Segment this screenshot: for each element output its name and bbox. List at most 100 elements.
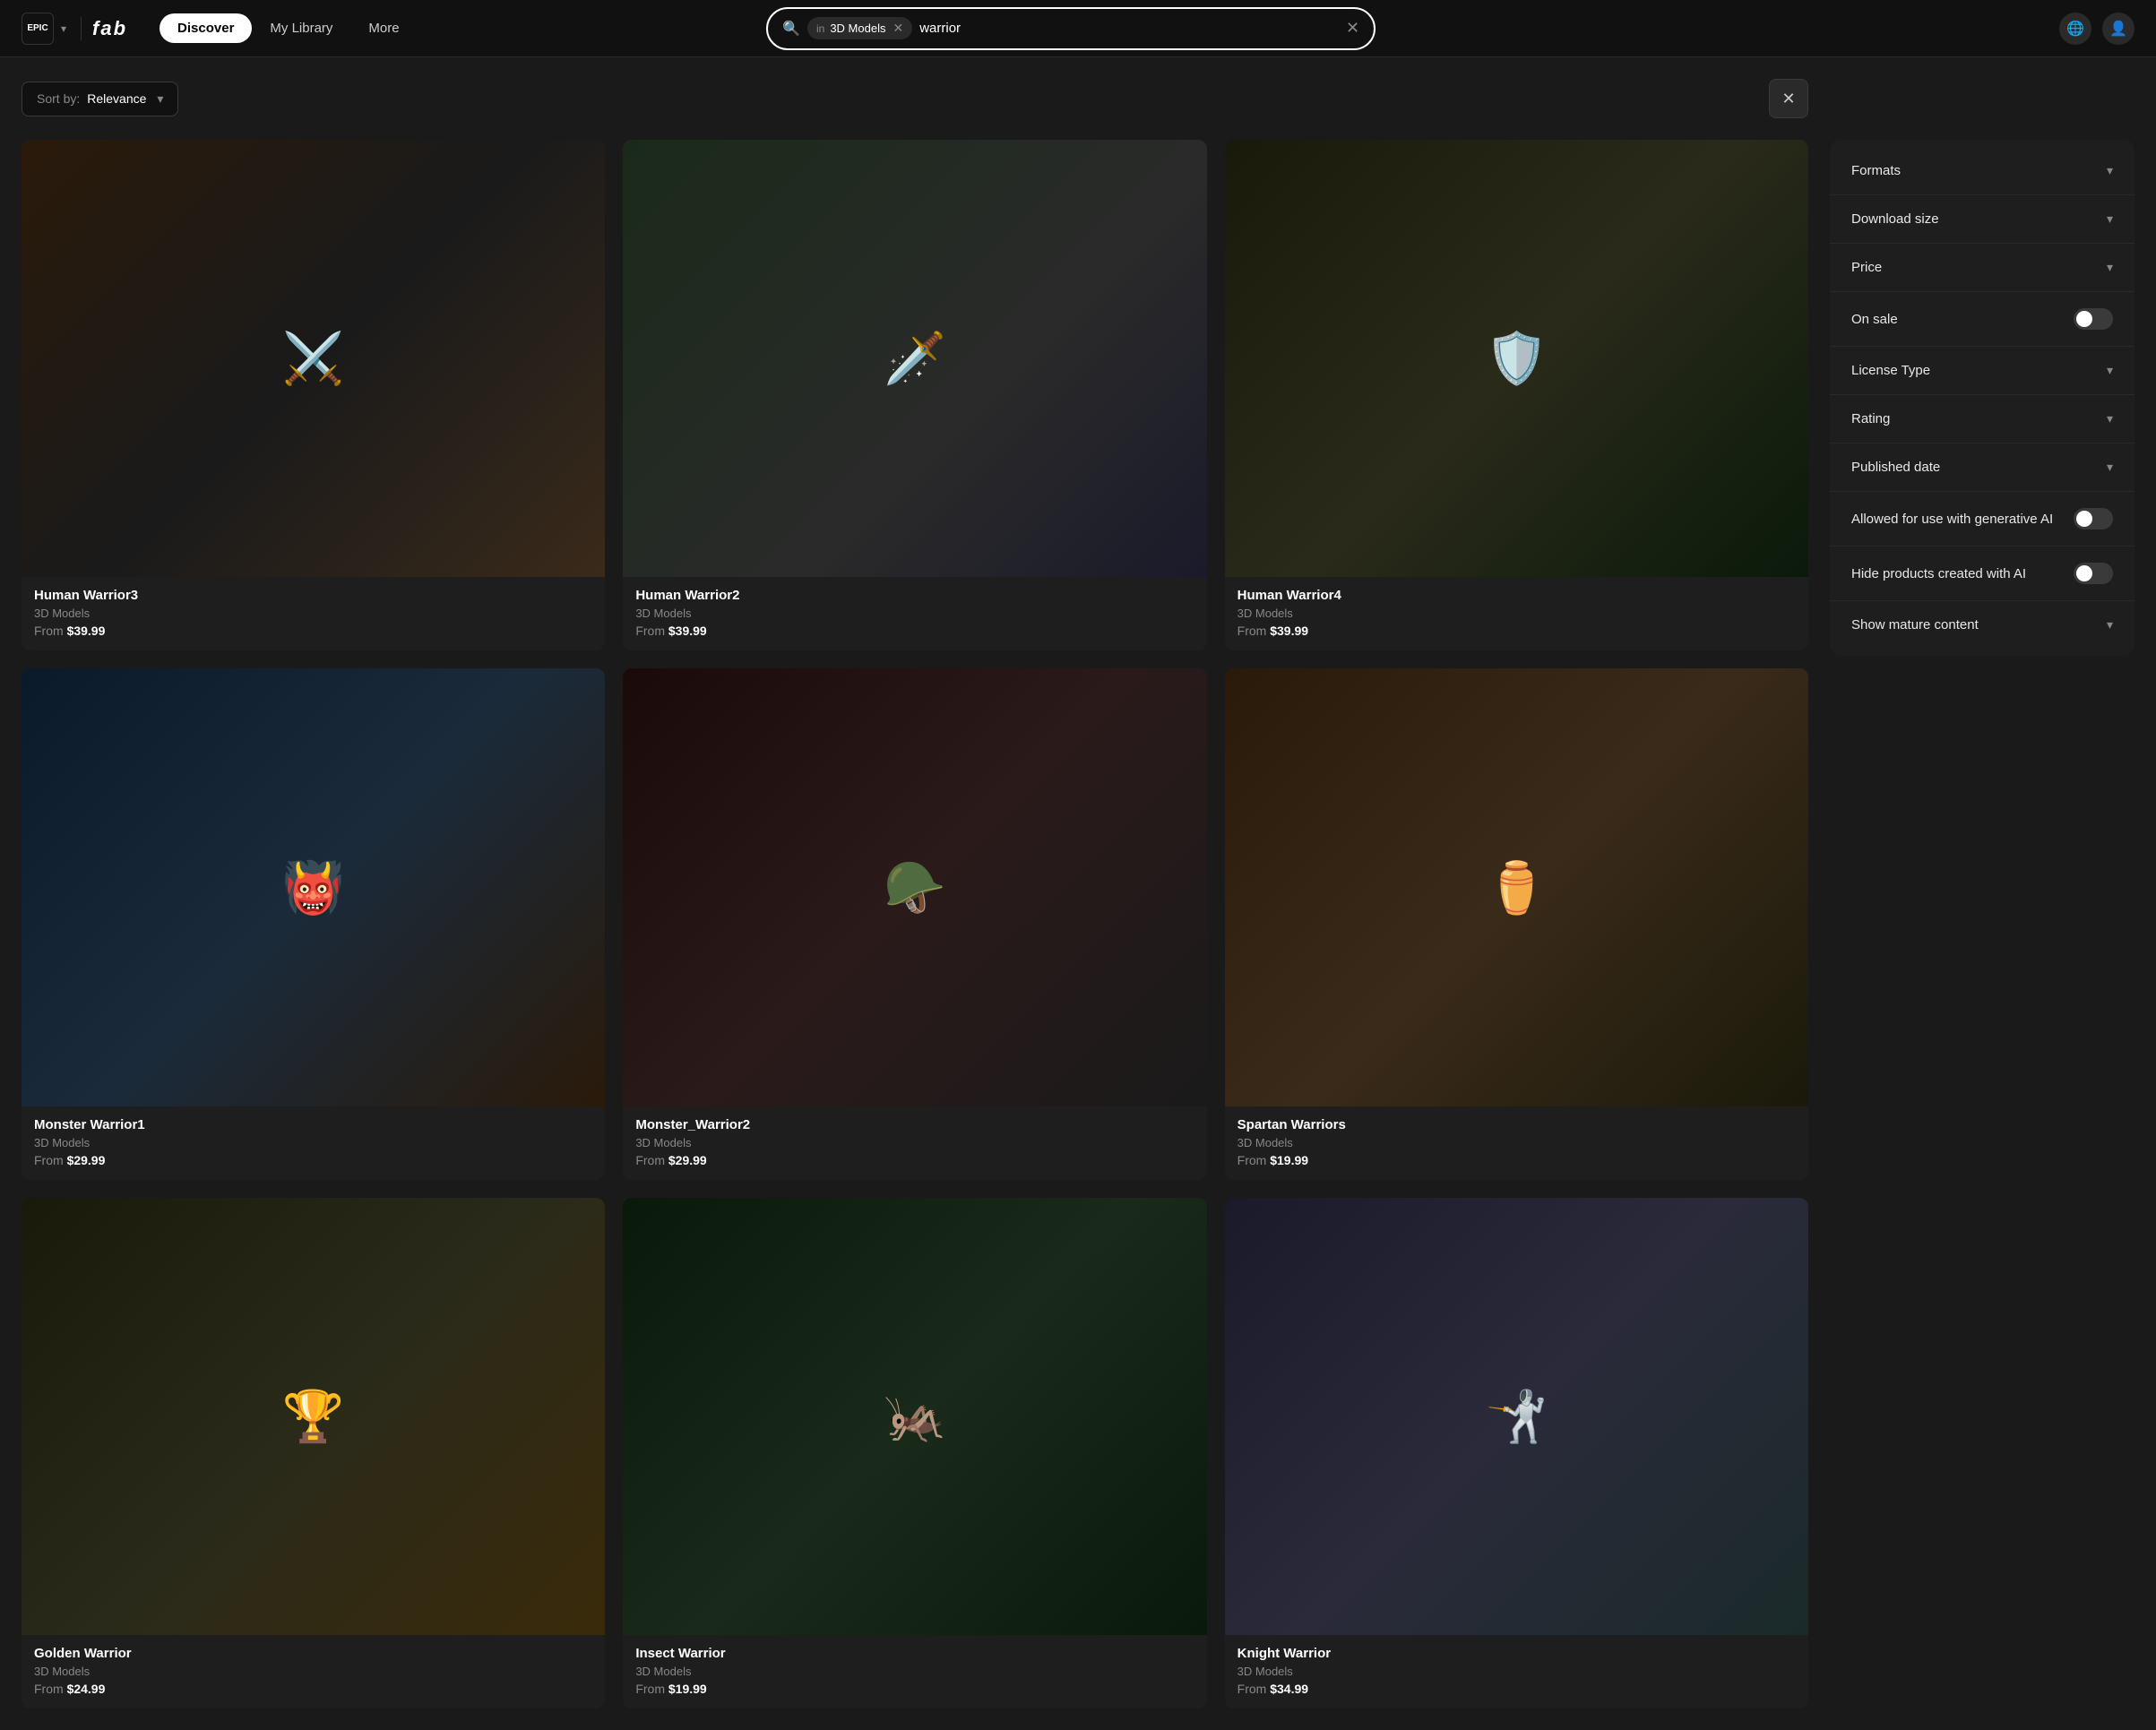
- globe-icon[interactable]: 🌐: [2059, 13, 2091, 45]
- close-button[interactable]: ✕: [1769, 79, 1808, 118]
- product-info-placeholder3: Knight Warrior 3D Models From $34.99: [1225, 1635, 1808, 1708]
- nav: Discover My Library More: [160, 13, 418, 43]
- product-price-monster-warrior2: From $29.99: [635, 1153, 1194, 1167]
- product-image-placeholder3: 🤺: [1225, 1198, 1808, 1635]
- price-value-monster-warrior1: $29.99: [67, 1153, 106, 1167]
- filter-section-generative-ai: Allowed for use with generative AI: [1830, 492, 2134, 547]
- product-category-human-warrior4: 3D Models: [1238, 607, 1796, 620]
- product-card-human-warrior3[interactable]: ⚔️ Human Warrior3 3D Models From $39.99: [22, 140, 605, 650]
- price-from-placeholder1: From: [34, 1682, 67, 1696]
- epic-dropdown-chevron[interactable]: ▾: [61, 22, 66, 35]
- product-card-monster-warrior2[interactable]: 🪖 Monster_Warrior2 3D Models From $29.99: [623, 668, 1206, 1179]
- filter-title-formats: Formats: [1851, 163, 1901, 178]
- price-from-monster-warrior1: From: [34, 1153, 67, 1167]
- price-from-monster-warrior2: From: [635, 1153, 668, 1167]
- search-bar: 🔍 in 3D Models ✕ ✕: [766, 7, 1376, 50]
- filter-section-mature-content: Show mature content ▾: [1830, 601, 2134, 649]
- toggle-switch-generative-ai[interactable]: [2074, 508, 2113, 529]
- product-category-spartan-warriors: 3D Models: [1238, 1136, 1796, 1149]
- filter-chevron-license-type: ▾: [2107, 363, 2113, 378]
- price-value-human-warrior2: $39.99: [668, 624, 707, 638]
- product-emoji-human-warrior3: ⚔️: [282, 329, 345, 388]
- toggle-label-generative-ai: Allowed for use with generative AI: [1851, 512, 2074, 527]
- price-from-human-warrior3: From: [34, 624, 67, 638]
- product-emoji-human-warrior2: 🗡️: [884, 329, 946, 388]
- filter-header-download-size[interactable]: Download size ▾: [1830, 195, 2134, 243]
- product-price-placeholder3: From $34.99: [1238, 1682, 1796, 1696]
- filter-title-license-type: License Type: [1851, 363, 1930, 378]
- toggle-switch-hide-ai[interactable]: [2074, 563, 2113, 584]
- product-price-placeholder1: From $24.99: [34, 1682, 592, 1696]
- sort-dropdown[interactable]: Sort by: Relevance ▾: [22, 82, 178, 116]
- toolbar: Sort by: Relevance ▾ ✕: [22, 79, 1808, 118]
- product-image-placeholder2: 🦗: [623, 1198, 1206, 1635]
- nav-more[interactable]: More: [350, 13, 417, 43]
- product-card-placeholder2[interactable]: 🦗 Insect Warrior 3D Models From $19.99: [623, 1198, 1206, 1708]
- filter-header-rating[interactable]: Rating ▾: [1830, 395, 2134, 443]
- header-left: EPIC ▾ fab: [22, 13, 138, 45]
- product-card-monster-warrior1[interactable]: 👹 Monster Warrior1 3D Models From $29.99: [22, 668, 605, 1179]
- filter-chevron-price: ▾: [2107, 260, 2113, 275]
- product-emoji-placeholder1: 🏆: [282, 1387, 345, 1446]
- product-category-placeholder2: 3D Models: [635, 1665, 1194, 1678]
- search-clear-icon[interactable]: ✕: [1342, 15, 1363, 41]
- price-value-human-warrior4: $39.99: [1270, 624, 1308, 638]
- product-emoji-human-warrior4: 🛡️: [1485, 329, 1548, 388]
- product-info-monster-warrior1: Monster Warrior1 3D Models From $29.99: [22, 1106, 605, 1180]
- sort-chevron-icon: ▾: [157, 91, 163, 107]
- product-name-spartan-warriors: Spartan Warriors: [1238, 1117, 1796, 1132]
- product-category-placeholder1: 3D Models: [34, 1665, 592, 1678]
- filter-header-mature-content[interactable]: Show mature content ▾: [1830, 601, 2134, 649]
- product-price-human-warrior4: From $39.99: [1238, 624, 1796, 638]
- product-info-human-warrior3: Human Warrior3 3D Models From $39.99: [22, 577, 605, 650]
- product-name-monster-warrior2: Monster_Warrior2: [635, 1117, 1194, 1132]
- search-filter-tag[interactable]: in 3D Models ✕: [807, 17, 912, 39]
- product-price-human-warrior2: From $39.99: [635, 624, 1194, 638]
- product-card-spartan-warriors[interactable]: ⚱️ Spartan Warriors 3D Models From $19.9…: [1225, 668, 1808, 1179]
- price-from-human-warrior2: From: [635, 624, 668, 638]
- toggle-knob-on-sale: [2076, 311, 2092, 327]
- filter-title-price: Price: [1851, 260, 1882, 275]
- product-name-human-warrior2: Human Warrior2: [635, 588, 1194, 603]
- filter-header-price[interactable]: Price ▾: [1830, 244, 2134, 291]
- search-input[interactable]: [919, 21, 1335, 36]
- header: EPIC ▾ fab Discover My Library More 🔍 in…: [0, 0, 2156, 57]
- price-value-spartan-warriors: $19.99: [1270, 1153, 1308, 1167]
- fab-logo[interactable]: fab: [81, 17, 138, 40]
- product-category-monster-warrior2: 3D Models: [635, 1136, 1194, 1149]
- filter-section-hide-ai: Hide products created with AI: [1830, 547, 2134, 601]
- toggle-switch-on-sale[interactable]: [2074, 308, 2113, 330]
- fab-logo-text: fab: [92, 17, 127, 40]
- product-price-human-warrior3: From $39.99: [34, 624, 592, 638]
- epic-logo[interactable]: EPIC: [22, 13, 54, 45]
- nav-discover[interactable]: Discover: [160, 13, 252, 43]
- product-info-human-warrior2: Human Warrior2 3D Models From $39.99: [623, 577, 1206, 650]
- product-card-placeholder1[interactable]: 🏆 Golden Warrior 3D Models From $24.99: [22, 1198, 605, 1708]
- product-category-human-warrior3: 3D Models: [34, 607, 592, 620]
- price-value-monster-warrior2: $29.99: [668, 1153, 707, 1167]
- toggle-row-hide-ai: Hide products created with AI: [1830, 547, 2134, 600]
- filter-remove-icon[interactable]: ✕: [893, 21, 903, 36]
- product-name-human-warrior4: Human Warrior4: [1238, 588, 1796, 603]
- filter-header-published-date[interactable]: Published date ▾: [1830, 443, 2134, 491]
- price-value-placeholder3: $34.99: [1270, 1682, 1308, 1696]
- filter-header-license-type[interactable]: License Type ▾: [1830, 347, 2134, 394]
- product-card-human-warrior4[interactable]: 🛡️ Human Warrior4 3D Models From $39.99: [1225, 140, 1808, 650]
- toggle-row-generative-ai: Allowed for use with generative AI: [1830, 492, 2134, 546]
- filter-section-published-date: Published date ▾: [1830, 443, 2134, 492]
- nav-my-library[interactable]: My Library: [252, 13, 350, 43]
- filter-chevron-mature-content: ▾: [2107, 617, 2113, 633]
- product-name-placeholder3: Knight Warrior: [1238, 1646, 1796, 1661]
- filter-header-formats[interactable]: Formats ▾: [1830, 147, 2134, 194]
- product-card-placeholder3[interactable]: 🤺 Knight Warrior 3D Models From $34.99: [1225, 1198, 1808, 1708]
- product-image-human-warrior3: ⚔️: [22, 140, 605, 577]
- filter-title-rating: Rating: [1851, 411, 1890, 426]
- filter-section-formats: Formats ▾: [1830, 147, 2134, 195]
- price-value-human-warrior3: $39.99: [67, 624, 106, 638]
- user-avatar[interactable]: 👤: [2102, 13, 2134, 45]
- product-info-placeholder2: Insect Warrior 3D Models From $19.99: [623, 1635, 1206, 1708]
- product-grid: ⚔️ Human Warrior3 3D Models From $39.99 …: [22, 140, 1808, 1708]
- search-icon: 🔍: [782, 20, 800, 38]
- product-info-placeholder1: Golden Warrior 3D Models From $24.99: [22, 1635, 605, 1708]
- product-card-human-warrior2[interactable]: 🗡️ Human Warrior2 3D Models From $39.99: [623, 140, 1206, 650]
